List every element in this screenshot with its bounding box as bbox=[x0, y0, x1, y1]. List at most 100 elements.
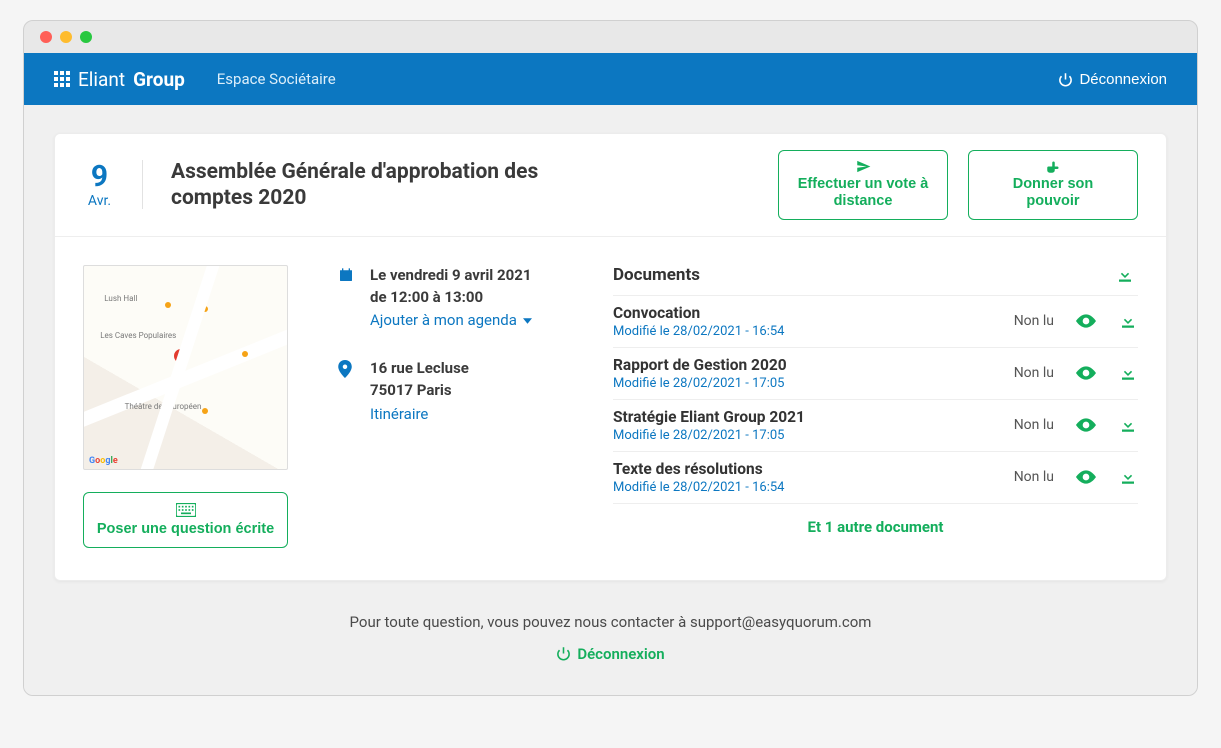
document-meta: Modifié le 28/02/2021 - 17:05 bbox=[613, 428, 805, 443]
caret-down-icon bbox=[523, 318, 532, 324]
document-info: Stratégie Eliant Group 2021 Modifié le 28… bbox=[613, 408, 805, 443]
document-status: Non lu bbox=[1002, 469, 1054, 485]
documents-list: Convocation Modifié le 28/02/2021 - 16:54… bbox=[613, 295, 1138, 503]
view-document-button[interactable] bbox=[1076, 314, 1096, 328]
document-meta: Modifié le 28/02/2021 - 17:05 bbox=[613, 376, 787, 391]
document-info: Texte des résolutions Modifié le 28/02/20… bbox=[613, 460, 784, 495]
download-document-button[interactable] bbox=[1118, 364, 1138, 382]
map-thumbnail[interactable]: Lush Hall Les Caves Populaires Théâtre d… bbox=[83, 265, 288, 470]
proxy-label: Donner son pouvoir bbox=[985, 176, 1121, 211]
download-all-button[interactable] bbox=[1116, 266, 1138, 284]
event-body: Lush Hall Les Caves Populaires Théâtre d… bbox=[55, 237, 1166, 580]
event-date-block: 9 Avr. bbox=[83, 160, 143, 209]
document-actions: Non lu bbox=[1002, 416, 1138, 434]
document-name: Stratégie Eliant Group 2021 bbox=[613, 408, 805, 426]
datetime-text: Le vendredi 9 avril 2021 de 12:00 à 13:0… bbox=[370, 265, 532, 332]
document-name: Rapport de Gestion 2020 bbox=[613, 356, 787, 374]
directions-link[interactable]: Itinéraire bbox=[370, 404, 428, 426]
document-actions: Non lu bbox=[1002, 364, 1138, 382]
footer: Pour toute question, vous pouvez nous co… bbox=[24, 581, 1197, 676]
address-line1: 16 rue Lecluse bbox=[370, 359, 469, 377]
event-title: Assemblée Générale d'approbation des com… bbox=[171, 159, 541, 212]
brand-text-a: Eliant bbox=[78, 68, 125, 91]
navbar-left: Eliant Group Espace Sociétaire bbox=[54, 68, 336, 91]
document-info: Rapport de Gestion 2020 Modifié le 28/02/… bbox=[613, 356, 787, 391]
footer-contact-text: Pour toute question, vous pouvez nous co… bbox=[44, 613, 1177, 631]
left-column: Lush Hall Les Caves Populaires Théâtre d… bbox=[83, 265, 298, 548]
map-poi-icon bbox=[202, 408, 208, 414]
map-poi-icon bbox=[242, 351, 248, 357]
datetime-line2: de 12:00 à 13:00 bbox=[370, 288, 483, 306]
eye-icon bbox=[1076, 470, 1096, 484]
nav-espace-link[interactable]: Espace Sociétaire bbox=[217, 70, 336, 88]
view-document-button[interactable] bbox=[1076, 470, 1096, 484]
page: Eliant Group Espace Sociétaire Déconnexi… bbox=[24, 53, 1197, 695]
document-name: Convocation bbox=[613, 304, 784, 322]
view-document-button[interactable] bbox=[1076, 418, 1096, 432]
window-maximize-dot[interactable] bbox=[80, 31, 92, 43]
window-minimize-dot[interactable] bbox=[60, 31, 72, 43]
event-card: 9 Avr. Assemblée Générale d'approbation … bbox=[54, 133, 1167, 581]
address-row: 16 rue Lecluse 75017 Paris Itinéraire bbox=[338, 358, 573, 425]
power-icon bbox=[1058, 72, 1073, 87]
document-row: Texte des résolutions Modifié le 28/02/20… bbox=[613, 451, 1138, 503]
top-navbar: Eliant Group Espace Sociétaire Déconnexi… bbox=[24, 53, 1197, 105]
document-row: Convocation Modifié le 28/02/2021 - 16:54… bbox=[613, 295, 1138, 347]
address-text: 16 rue Lecluse 75017 Paris Itinéraire bbox=[370, 358, 469, 425]
window-close-dot[interactable] bbox=[40, 31, 52, 43]
document-row: Rapport de Gestion 2020 Modifié le 28/02/… bbox=[613, 347, 1138, 399]
document-row: Stratégie Eliant Group 2021 Modifié le 28… bbox=[613, 399, 1138, 451]
download-icon bbox=[1119, 468, 1137, 486]
add-to-calendar-link[interactable]: Ajouter à mon agenda bbox=[370, 310, 532, 332]
eye-icon bbox=[1076, 418, 1096, 432]
download-document-button[interactable] bbox=[1118, 312, 1138, 330]
browser-frame: Eliant Group Espace Sociétaire Déconnexi… bbox=[23, 20, 1198, 696]
document-name: Texte des résolutions bbox=[613, 460, 784, 478]
proxy-button[interactable]: Donner son pouvoir bbox=[968, 150, 1138, 220]
download-document-button[interactable] bbox=[1118, 468, 1138, 486]
window-titlebar bbox=[24, 21, 1197, 53]
location-pin-icon bbox=[338, 358, 356, 425]
ask-question-button[interactable]: Poser une question écrite bbox=[83, 492, 288, 548]
document-status: Non lu bbox=[1002, 365, 1054, 381]
documents-title: Documents bbox=[613, 265, 700, 285]
nav-logout-button[interactable]: Déconnexion bbox=[1058, 71, 1167, 88]
download-icon bbox=[1119, 312, 1137, 330]
add-calendar-label: Ajouter à mon agenda bbox=[370, 310, 517, 332]
calendar-icon bbox=[338, 265, 356, 332]
brand[interactable]: Eliant Group bbox=[54, 68, 185, 91]
map-label: Lush Hall bbox=[104, 294, 137, 303]
document-meta: Modifié le 28/02/2021 - 16:54 bbox=[613, 480, 784, 495]
document-actions: Non lu bbox=[1002, 468, 1138, 486]
event-month: Avr. bbox=[83, 193, 116, 209]
map-label: Les Caves Populaires bbox=[100, 331, 176, 340]
nav-logout-label: Déconnexion bbox=[1079, 71, 1167, 88]
vote-remote-label: Effectuer un vote à distance bbox=[795, 176, 931, 211]
document-status: Non lu bbox=[1002, 313, 1054, 329]
view-document-button[interactable] bbox=[1076, 366, 1096, 380]
hand-point-icon bbox=[1046, 159, 1061, 174]
map-google-logo: Google bbox=[89, 456, 118, 466]
documents-column: Documents Convocation Modifié le 28/02/20… bbox=[613, 265, 1138, 548]
brand-text-b: Group bbox=[133, 68, 185, 91]
power-icon bbox=[556, 646, 571, 661]
vote-remote-button[interactable]: Effectuer un vote à distance bbox=[778, 150, 948, 220]
datetime-line1: Le vendredi 9 avril 2021 bbox=[370, 266, 531, 284]
brand-grid-icon bbox=[54, 71, 70, 87]
document-meta: Modifié le 28/02/2021 - 16:54 bbox=[613, 324, 784, 339]
footer-logout-label: Déconnexion bbox=[577, 645, 664, 663]
map-poi-icon bbox=[165, 302, 171, 308]
map-pin-icon bbox=[172, 346, 192, 366]
paper-plane-icon bbox=[856, 159, 871, 174]
header-actions: Effectuer un vote à distance Donner son … bbox=[778, 150, 1138, 220]
event-header: 9 Avr. Assemblée Générale d'approbation … bbox=[55, 134, 1166, 237]
event-day: 9 bbox=[83, 160, 116, 193]
more-documents-link[interactable]: Et 1 autre document bbox=[613, 503, 1138, 536]
keyboard-icon bbox=[176, 503, 196, 517]
footer-logout-button[interactable]: Déconnexion bbox=[556, 645, 664, 663]
address-line2: 75017 Paris bbox=[370, 381, 452, 399]
download-document-button[interactable] bbox=[1118, 416, 1138, 434]
eye-icon bbox=[1076, 314, 1096, 328]
ask-question-label: Poser une question écrite bbox=[97, 521, 274, 537]
datetime-row: Le vendredi 9 avril 2021 de 12:00 à 13:0… bbox=[338, 265, 573, 332]
